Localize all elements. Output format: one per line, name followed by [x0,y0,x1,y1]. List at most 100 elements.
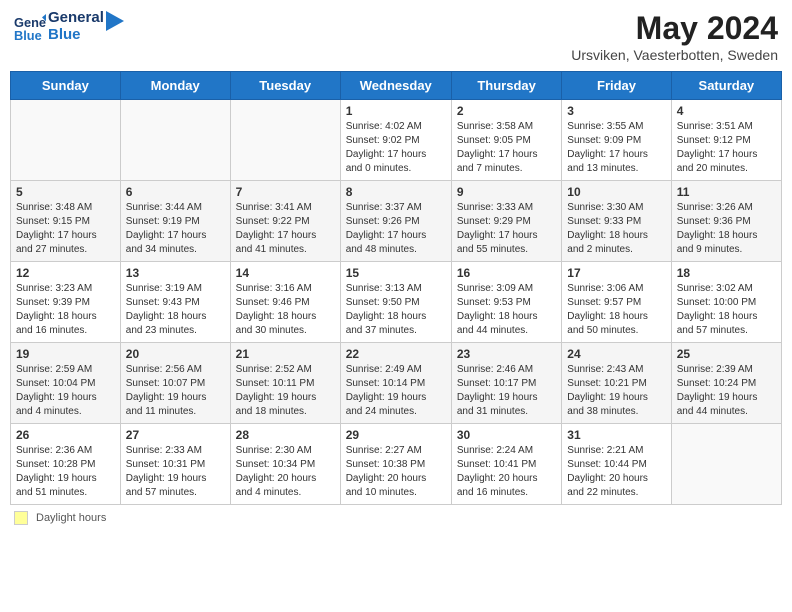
calendar-week-row: 5 Sunrise: 3:48 AM Sunset: 9:15 PM Daylig… [11,181,782,262]
day-info: Sunrise: 3:19 AM Sunset: 9:43 PM Dayligh… [126,282,225,338]
day-number: 29 [346,428,446,442]
logo-arrow-icon [106,11,124,43]
day-number: 19 [16,347,115,361]
calendar-week-row: 26 Sunrise: 2:36 AM Sunset: 10:28 PM Dayl… [11,424,782,505]
page-title: May 2024 [571,10,778,47]
day-number: 2 [457,104,556,118]
calendar-cell: 16Sunrise: 3:09 AM Sunset: 9:53 PM Dayli… [451,262,561,343]
calendar-cell: 5 Sunrise: 3:48 AM Sunset: 9:15 PM Daylig… [11,181,121,262]
calendar-week-row: 1Sunrise: 4:02 AM Sunset: 9:02 PM Daylig… [11,100,782,181]
day-number: 3 [567,104,665,118]
day-number: 15 [346,266,446,280]
calendar-cell: 31 Sunrise: 2:21 AM Sunset: 10:44 PM Dayl… [562,424,671,505]
calendar-cell [230,100,340,181]
day-number: 5 [16,185,115,199]
logo-blue: Blue [48,27,104,44]
day-number: 24 [567,347,665,361]
day-number: 23 [457,347,556,361]
day-info: Sunrise: 4:02 AM Sunset: 9:02 PM Dayligh… [346,120,446,176]
calendar-day-header: Friday [562,72,671,100]
calendar-footer: Daylight hours [10,511,782,525]
calendar-day-header: Sunday [11,72,121,100]
calendar-day-header: Tuesday [230,72,340,100]
day-info: Sunrise: 3:48 AM Sunset: 9:15 PM Dayligh… [16,201,115,257]
calendar-cell: 28Sunrise: 2:30 AM Sunset: 10:34 PM Dayl… [230,424,340,505]
day-number: 6 [126,185,225,199]
day-info: Sunrise: 3:16 AM Sunset: 9:46 PM Dayligh… [236,282,335,338]
title-area: May 2024 Ursviken, Vaesterbotten, Sweden [571,10,778,63]
day-number: 22 [346,347,446,361]
calendar-cell: 24Sunrise: 2:43 AM Sunset: 10:21 PM Dayl… [562,343,671,424]
calendar-cell: 22Sunrise: 2:49 AM Sunset: 10:14 PM Dayl… [340,343,451,424]
day-number: 14 [236,266,335,280]
day-number: 18 [677,266,776,280]
page-header: General Blue General Blue May 2024 Ursvi… [10,10,782,63]
logo-general: General [48,10,104,27]
day-info: Sunrise: 3:37 AM Sunset: 9:26 PM Dayligh… [346,201,446,257]
calendar-cell: 26 Sunrise: 2:36 AM Sunset: 10:28 PM Dayl… [11,424,121,505]
calendar-cell [671,424,781,505]
calendar-week-row: 19 Sunrise: 2:59 AM Sunset: 10:04 PM Dayl… [11,343,782,424]
day-info: Sunrise: 2:56 AM Sunset: 10:07 PM Daylig… [126,363,225,419]
day-number: 9 [457,185,556,199]
day-number: 27 [126,428,225,442]
day-number: 12 [16,266,115,280]
calendar-day-header: Wednesday [340,72,451,100]
day-number: 28 [236,428,335,442]
daylight-label: Daylight hours [36,512,106,524]
day-info: Sunrise: 2:59 AM Sunset: 10:04 PM Daylig… [16,363,115,419]
calendar-cell: 2 Sunrise: 3:58 AM Sunset: 9:05 PM Daylig… [451,100,561,181]
calendar-week-row: 12 Sunrise: 3:23 AM Sunset: 9:39 PM Dayli… [11,262,782,343]
day-number: 13 [126,266,225,280]
day-info: Sunrise: 3:44 AM Sunset: 9:19 PM Dayligh… [126,201,225,257]
day-number: 21 [236,347,335,361]
page-subtitle: Ursviken, Vaesterbotten, Sweden [571,47,778,63]
day-number: 17 [567,266,665,280]
day-info: Sunrise: 3:33 AM Sunset: 9:29 PM Dayligh… [457,201,556,257]
calendar-cell: 4Sunrise: 3:51 AM Sunset: 9:12 PM Daylig… [671,100,781,181]
calendar-cell: 25Sunrise: 2:39 AM Sunset: 10:24 PM Dayl… [671,343,781,424]
calendar-cell: 15Sunrise: 3:13 AM Sunset: 9:50 PM Dayli… [340,262,451,343]
day-info: Sunrise: 2:21 AM Sunset: 10:44 PM Daylig… [567,444,665,500]
calendar-cell: 6 Sunrise: 3:44 AM Sunset: 9:19 PM Daylig… [120,181,230,262]
calendar-day-header: Monday [120,72,230,100]
day-info: Sunrise: 2:36 AM Sunset: 10:28 PM Daylig… [16,444,115,500]
day-number: 8 [346,185,446,199]
day-info: Sunrise: 2:24 AM Sunset: 10:41 PM Daylig… [457,444,556,500]
calendar-cell: 14 Sunrise: 3:16 AM Sunset: 9:46 PM Dayli… [230,262,340,343]
calendar-cell: 13 Sunrise: 3:19 AM Sunset: 9:43 PM Dayli… [120,262,230,343]
calendar-cell: 23 Sunrise: 2:46 AM Sunset: 10:17 PM Dayl… [451,343,561,424]
day-info: Sunrise: 3:55 AM Sunset: 9:09 PM Dayligh… [567,120,665,176]
calendar-cell: 11 Sunrise: 3:26 AM Sunset: 9:36 PM Dayli… [671,181,781,262]
daylight-color-box [14,511,28,525]
calendar-table: SundayMondayTuesdayWednesdayThursdayFrid… [10,71,782,505]
day-number: 11 [677,185,776,199]
calendar-cell: 27 Sunrise: 2:33 AM Sunset: 10:31 PM Dayl… [120,424,230,505]
calendar-cell: 20Sunrise: 2:56 AM Sunset: 10:07 PM Dayl… [120,343,230,424]
day-number: 26 [16,428,115,442]
day-number: 25 [677,347,776,361]
day-info: Sunrise: 2:46 AM Sunset: 10:17 PM Daylig… [457,363,556,419]
day-number: 10 [567,185,665,199]
day-number: 31 [567,428,665,442]
calendar-cell: 29 Sunrise: 2:27 AM Sunset: 10:38 PM Dayl… [340,424,451,505]
day-number: 7 [236,185,335,199]
day-info: Sunrise: 3:26 AM Sunset: 9:36 PM Dayligh… [677,201,776,257]
calendar-day-header: Thursday [451,72,561,100]
calendar-day-header: Saturday [671,72,781,100]
day-info: Sunrise: 2:33 AM Sunset: 10:31 PM Daylig… [126,444,225,500]
calendar-cell: 1Sunrise: 4:02 AM Sunset: 9:02 PM Daylig… [340,100,451,181]
day-info: Sunrise: 2:52 AM Sunset: 10:11 PM Daylig… [236,363,335,419]
day-info: Sunrise: 3:30 AM Sunset: 9:33 PM Dayligh… [567,201,665,257]
day-info: Sunrise: 3:09 AM Sunset: 9:53 PM Dayligh… [457,282,556,338]
day-number: 4 [677,104,776,118]
calendar-cell [11,100,121,181]
calendar-cell [120,100,230,181]
logo: General Blue General Blue [14,10,124,43]
day-info: Sunrise: 2:27 AM Sunset: 10:38 PM Daylig… [346,444,446,500]
day-info: Sunrise: 3:23 AM Sunset: 9:39 PM Dayligh… [16,282,115,338]
calendar-cell: 9 Sunrise: 3:33 AM Sunset: 9:29 PM Daylig… [451,181,561,262]
calendar-cell: 30Sunrise: 2:24 AM Sunset: 10:41 PM Dayl… [451,424,561,505]
day-info: Sunrise: 3:58 AM Sunset: 9:05 PM Dayligh… [457,120,556,176]
calendar-cell: 8 Sunrise: 3:37 AM Sunset: 9:26 PM Daylig… [340,181,451,262]
